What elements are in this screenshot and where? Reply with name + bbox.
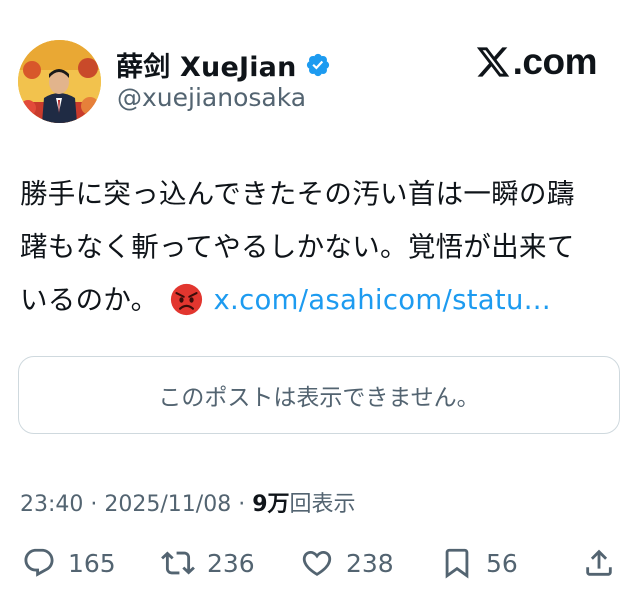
tweet-link[interactable]: x.com/asahicom/statu... [213, 284, 550, 316]
reply-count: 165 [68, 548, 116, 578]
heart-icon [302, 550, 332, 576]
repost-count: 236 [207, 548, 255, 578]
meta-separator: · [238, 492, 246, 517]
quoted-post-message: このポストは表示できません。 [158, 385, 480, 411]
repost-icon [161, 551, 195, 575]
repost-button[interactable]: 236 [161, 546, 255, 580]
angry-face-emoji-icon [171, 283, 203, 316]
tweet-date[interactable]: 2025/11/08 [104, 492, 231, 517]
like-count: 238 [346, 548, 394, 578]
tweet-line: 躇もなく斬ってやるしかない。覚悟が出来て [20, 231, 575, 263]
bookmark-count: 56 [486, 548, 518, 578]
tweet-line: 勝手に突っ込んできたその汚い首は一瞬の躊 [20, 178, 575, 210]
reply-button[interactable]: 165 [22, 546, 116, 580]
meta-separator: · [90, 492, 98, 517]
like-button[interactable]: 238 [300, 546, 394, 580]
x-logo-icon [476, 46, 509, 77]
author-display-name[interactable]: 薛剑 XueJian [116, 45, 297, 84]
views-label: 回表示 [289, 492, 356, 517]
reply-icon [24, 548, 54, 577]
tweet-line: いるのか。 [20, 284, 159, 316]
avatar-image [18, 40, 101, 123]
tweet-line-with-link: いるのか。 x.com/asahicom/statu... [20, 274, 624, 327]
logo-text: .com [512, 41, 598, 82]
tweet-text: 勝手に突っ込んできたその汚い首は一瞬の躊 躇もなく斬ってやるしかない。覚悟が出来… [20, 168, 624, 327]
quoted-post-unavailable[interactable]: このポストは表示できません。 [18, 356, 620, 434]
action-bar: 165 236 238 56 [22, 546, 620, 586]
tweet-meta: 23:40 · 2025/11/08 · 9万回表示 [20, 486, 356, 518]
bookmark-icon [445, 548, 469, 579]
avatar[interactable] [18, 40, 101, 123]
share-button[interactable] [582, 546, 616, 580]
bookmark-button[interactable]: 56 [440, 546, 518, 580]
tweet-time[interactable]: 23:40 [20, 492, 83, 517]
share-icon [586, 549, 612, 576]
verified-badge-icon [306, 53, 329, 76]
x-com-logo: .com [475, 41, 598, 82]
author-name-row: 薛剑 XueJian [116, 45, 331, 84]
author-handle[interactable]: @xuejianosaka [117, 83, 306, 112]
views-count: 9万 [252, 492, 290, 517]
